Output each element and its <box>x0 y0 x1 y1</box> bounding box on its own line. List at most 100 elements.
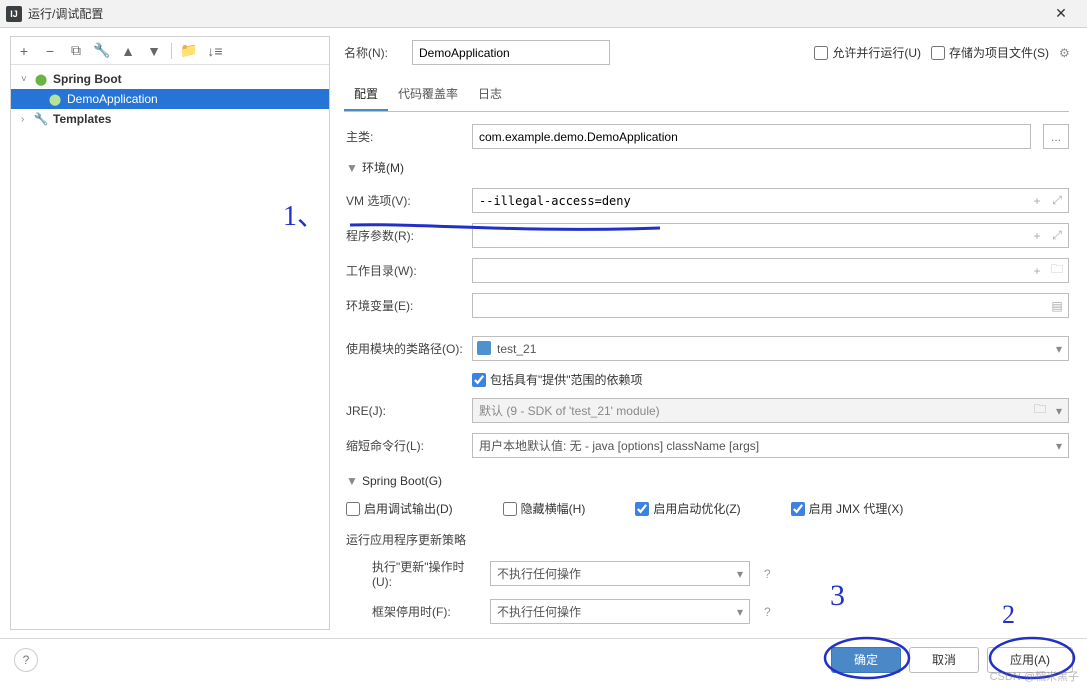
down-button[interactable]: ▼ <box>145 42 163 60</box>
store-project-check[interactable]: 存储为项目文件(S) <box>931 44 1049 61</box>
jre-combo[interactable]: 默认 (9 - SDK of 'test_21' module) 🗀 <box>472 398 1069 423</box>
classpath-label: 使用模块的类路径(O): <box>346 340 464 357</box>
copy-button[interactable]: ⧉ <box>67 42 85 60</box>
main-area: + − ⧉ 🔧 ▲ ▼ 📁 ↓≡ ˅ ⬤ Spring Boot ⬤ DemoA… <box>0 28 1087 638</box>
workdir-label: 工作目录(W): <box>346 262 464 279</box>
shorten-combo[interactable]: 用户本地默认值: 无 - java [options] className [a… <box>472 433 1069 458</box>
add-icon[interactable]: + <box>1029 193 1045 209</box>
expand-icon[interactable]: ⤢ <box>1049 228 1065 244</box>
main-class-input[interactable] <box>472 124 1031 149</box>
wrench-icon: 🔧 <box>33 112 49 126</box>
help-icon[interactable]: ? <box>764 567 782 581</box>
on-update-combo[interactable]: 不执行任何操作 <box>490 561 750 586</box>
check-label: 启用启动优化(Z) <box>653 500 740 517</box>
add-button[interactable]: + <box>15 42 33 60</box>
jre-label: JRE(J): <box>346 404 464 418</box>
config-toolbar: + − ⧉ 🔧 ▲ ▼ 📁 ↓≡ <box>11 37 329 65</box>
tab-config[interactable]: 配置 <box>344 79 388 111</box>
program-args-input[interactable] <box>472 223 1069 248</box>
combo-value: 不执行任何操作 <box>497 565 581 582</box>
chevron-down-icon: ▼ <box>346 474 356 488</box>
chevron-down-icon: ˅ <box>21 74 33 85</box>
module-icon <box>477 341 491 355</box>
section-label: 环境(M) <box>362 159 404 176</box>
checkbox[interactable] <box>814 46 828 60</box>
help-icon[interactable]: ? <box>764 605 782 619</box>
classpath-combo[interactable]: test_21 <box>472 336 1069 361</box>
spring-icon: ⬤ <box>33 73 49 86</box>
window-title: 运行/调试配置 <box>28 5 1041 22</box>
section-label: Spring Boot(G) <box>362 474 442 488</box>
left-panel: + − ⧉ 🔧 ▲ ▼ 📁 ↓≡ ˅ ⬤ Spring Boot ⬤ DemoA… <box>10 36 330 630</box>
policy-label: 运行应用程序更新策略 <box>346 531 1069 548</box>
combo-value: 不执行任何操作 <box>497 603 581 620</box>
tree-label: Spring Boot <box>53 72 122 86</box>
cancel-button[interactable]: 取消 <box>909 647 979 673</box>
combo-value: test_21 <box>497 342 536 356</box>
check-label: 存储为项目文件(S) <box>949 44 1049 61</box>
on-deact-combo[interactable]: 不执行任何操作 <box>490 599 750 624</box>
shorten-label: 缩短命令行(L): <box>346 437 464 454</box>
checkbox[interactable] <box>791 502 805 516</box>
spring-icon: ⬤ <box>47 93 63 106</box>
name-label: 名称(N): <box>344 44 402 61</box>
edit-button[interactable]: 🔧 <box>93 42 111 60</box>
add-icon[interactable]: + <box>1029 263 1045 279</box>
app-icon: IJ <box>6 6 22 22</box>
tab-bar: 配置 代码覆盖率 日志 <box>344 79 1069 112</box>
help-button[interactable]: ? <box>14 648 38 672</box>
tree-springboot[interactable]: ˅ ⬤ Spring Boot <box>11 69 329 89</box>
gear-icon[interactable]: ⚙ <box>1059 46 1075 60</box>
config-form: 主类: ... ▼ 环境(M) VM 选项(V): + ⤢ <box>344 112 1075 624</box>
folder-icon[interactable]: 🗀 <box>1049 263 1065 279</box>
tree-label: DemoApplication <box>67 92 158 106</box>
close-icon[interactable]: ✕ <box>1041 0 1081 28</box>
vm-options-input[interactable] <box>472 188 1069 213</box>
checkbox[interactable] <box>931 46 945 60</box>
combo-value: 默认 (9 - SDK of 'test_21' module) <box>479 402 660 419</box>
tree-demoapp[interactable]: ⬤ DemoApplication <box>11 89 329 109</box>
allow-parallel-check[interactable]: 允许并行运行(U) <box>814 44 921 61</box>
folder-button[interactable]: 📁 <box>180 42 198 60</box>
vm-options-label: VM 选项(V): <box>346 192 464 209</box>
check-label: 启用 JMX 代理(X) <box>809 500 904 517</box>
startup-opt-check[interactable]: 启用启动优化(Z) <box>635 500 740 517</box>
watermark: CSDN @糯米黑子 <box>990 668 1079 684</box>
checkbox[interactable] <box>346 502 360 516</box>
main-class-label: 主类: <box>346 128 464 145</box>
tab-logs[interactable]: 日志 <box>468 79 512 111</box>
envvars-label: 环境变量(E): <box>346 297 464 314</box>
hide-banner-check[interactable]: 隐藏横幅(H) <box>503 500 586 517</box>
right-panel: 名称(N): 允许并行运行(U) 存储为项目文件(S) ⚙ 配置 代码覆盖率 日… <box>330 28 1087 638</box>
list-icon[interactable]: ▤ <box>1049 298 1065 314</box>
folder-icon[interactable]: 🗀 <box>1034 400 1046 421</box>
on-deact-label: 框架停用时(F): <box>372 603 482 620</box>
tab-coverage[interactable]: 代码覆盖率 <box>388 79 468 111</box>
remove-button[interactable]: − <box>41 42 59 60</box>
chevron-down-icon: ▼ <box>346 161 356 175</box>
check-label: 允许并行运行(U) <box>832 44 921 61</box>
up-button[interactable]: ▲ <box>119 42 137 60</box>
sort-button[interactable]: ↓≡ <box>206 42 224 60</box>
program-args-label: 程序参数(R): <box>346 227 464 244</box>
name-row: 名称(N): 允许并行运行(U) 存储为项目文件(S) ⚙ <box>344 40 1075 65</box>
envvars-input[interactable] <box>472 293 1069 318</box>
expand-icon[interactable]: ⤢ <box>1049 193 1065 209</box>
browse-button[interactable]: ... <box>1043 124 1069 149</box>
jmx-check[interactable]: 启用 JMX 代理(X) <box>791 500 904 517</box>
name-input[interactable] <box>412 40 610 65</box>
tree-label: Templates <box>53 112 111 126</box>
checkbox[interactable] <box>503 502 517 516</box>
checkbox[interactable] <box>472 373 486 387</box>
workdir-input[interactable] <box>472 258 1069 283</box>
env-section-header[interactable]: ▼ 环境(M) <box>346 159 1069 176</box>
springboot-section-header[interactable]: ▼ Spring Boot(G) <box>346 474 1069 488</box>
chevron-right-icon: › <box>21 114 33 125</box>
tree-templates[interactable]: › 🔧 Templates <box>11 109 329 129</box>
checkbox[interactable] <box>635 502 649 516</box>
debug-output-check[interactable]: 启用调试输出(D) <box>346 500 453 517</box>
include-provided-check[interactable]: 包括具有"提供"范围的依赖项 <box>472 371 643 388</box>
add-icon[interactable]: + <box>1029 228 1045 244</box>
ok-button[interactable]: 确定 <box>831 647 901 673</box>
on-update-label: 执行"更新"操作时(U): <box>372 558 482 589</box>
